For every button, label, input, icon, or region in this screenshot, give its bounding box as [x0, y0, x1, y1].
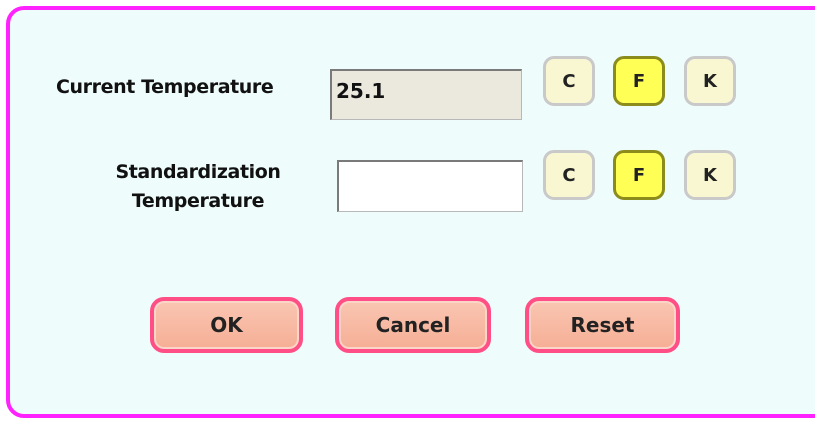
standardization-label-line1: Standardization [115, 161, 281, 183]
current-temperature-label: Current Temperature [56, 76, 274, 98]
standardization-unit-c-button[interactable]: C [543, 150, 595, 200]
standardization-temperature-label: Standardization Temperature [90, 158, 306, 216]
cancel-button[interactable]: Cancel [335, 297, 491, 353]
current-temperature-field[interactable]: 25.1 [330, 69, 522, 120]
standardization-label-line2: Temperature [131, 190, 265, 212]
current-unit-f-button[interactable]: F [613, 56, 665, 106]
ok-button[interactable]: OK [150, 297, 303, 353]
standardization-temperature-input[interactable] [337, 160, 523, 212]
current-unit-k-button[interactable]: K [684, 56, 736, 106]
reset-button[interactable]: Reset [525, 297, 680, 353]
standardization-unit-k-button[interactable]: K [684, 150, 736, 200]
current-unit-c-button[interactable]: C [543, 56, 595, 106]
standardization-unit-f-button[interactable]: F [613, 150, 665, 200]
